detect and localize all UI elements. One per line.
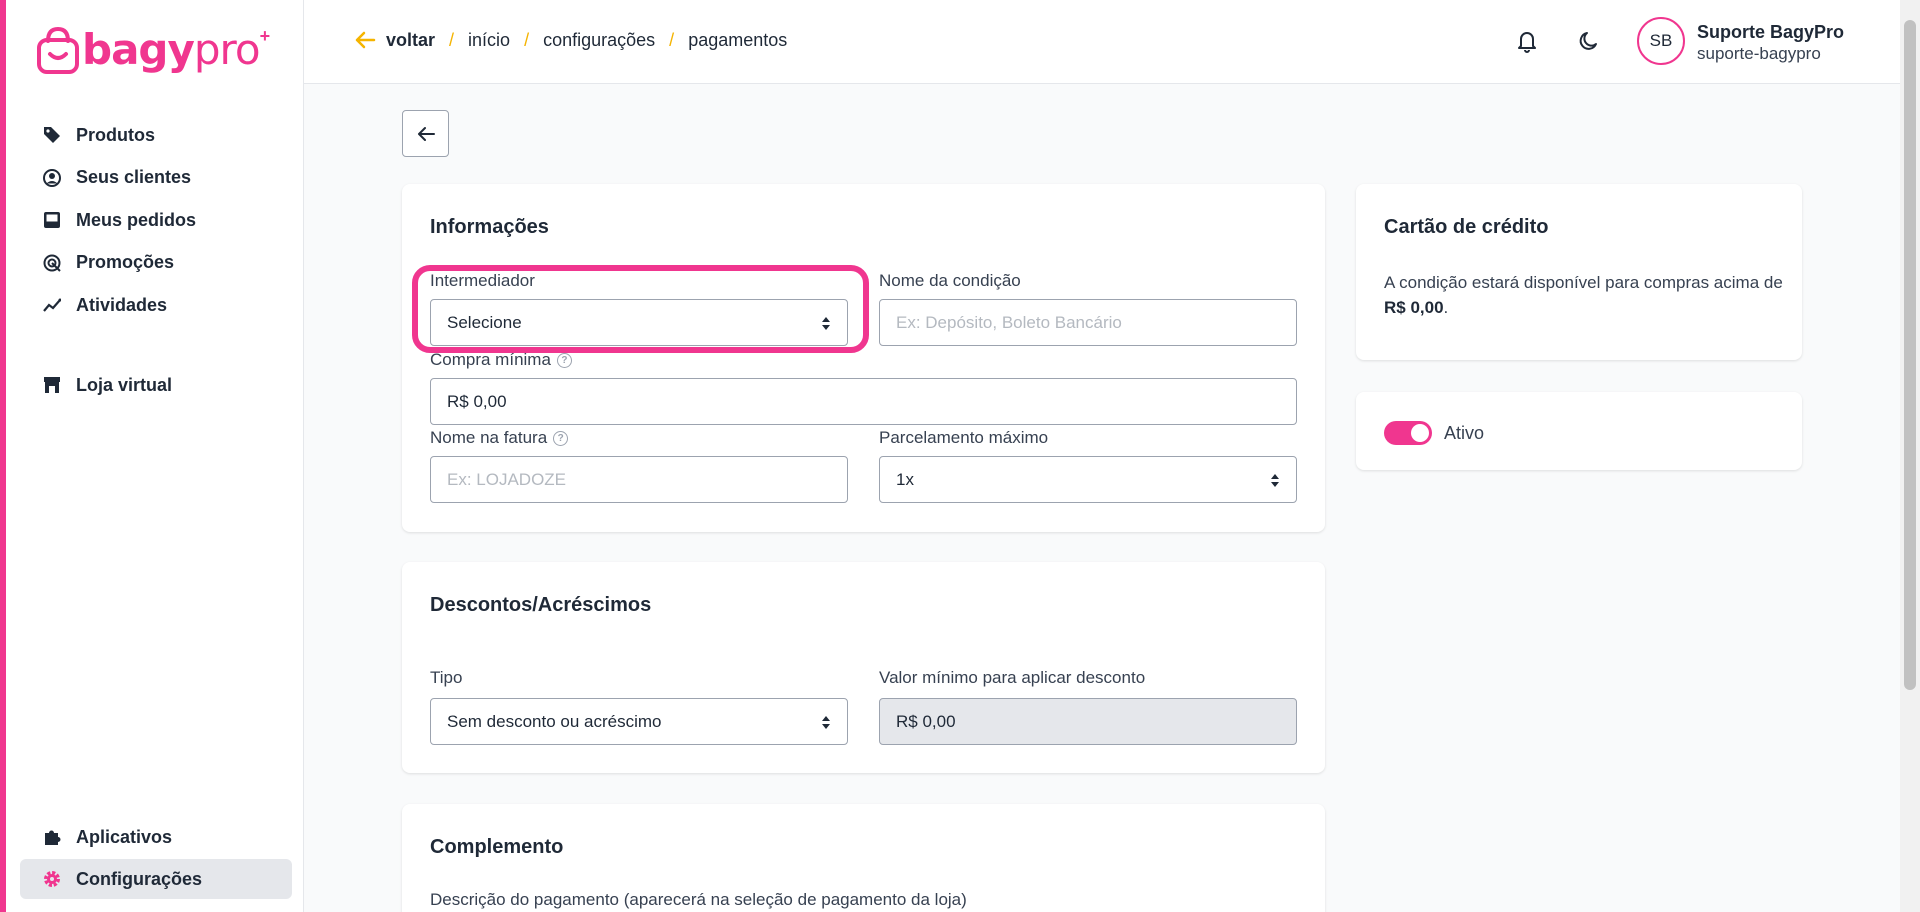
user-name: Suporte BagyPro <box>1697 22 1845 42</box>
nome-fatura-placeholder: Ex: LOJADOZE <box>447 469 567 489</box>
intermediador-value: Selecione <box>447 312 522 332</box>
active-toggle[interactable] <box>1384 421 1432 445</box>
compra-minima-label-text: Compra mínima <box>430 350 551 369</box>
sidebar-item-configuracoes[interactable]: Configurações <box>20 859 292 899</box>
discount-card: Descontos/Acréscimos Tipo Sem desconto o… <box>402 562 1325 773</box>
parcelamento-value: 1x <box>896 469 914 489</box>
back-arrow-icon[interactable] <box>354 29 376 51</box>
breadcrumb-separator: / <box>449 29 455 50</box>
tipo-value: Sem desconto ou acréscimo <box>447 711 662 731</box>
info-card-title: Informações <box>430 216 549 238</box>
sidebar-main-nav: Produtos Seus clientes Meus pedidos Prom… <box>20 115 292 328</box>
intermediador-select[interactable]: Selecione <box>430 299 848 346</box>
user-circle-icon <box>42 168 62 188</box>
moon-icon[interactable] <box>1576 28 1602 54</box>
breadcrumb-pagamentos: pagamentos <box>688 29 788 50</box>
page-scrollbar[interactable] <box>1900 0 1920 912</box>
compra-minima-value: R$ 0,00 <box>447 391 507 411</box>
top-header: voltar / início / configurações / pagame… <box>304 0 1900 84</box>
user-handle: suporte-bagypro <box>1697 44 1821 63</box>
active-label: Ativo <box>1444 423 1485 443</box>
sidebar-item-label: Meus pedidos <box>76 209 197 230</box>
breadcrumb-configuracoes[interactable]: configurações <box>543 30 655 51</box>
credit-card-info: Cartão de crédito A condição estará disp… <box>1356 184 1802 360</box>
sidebar-item-label: Configurações <box>76 868 203 889</box>
sidebar-item-label: Promoções <box>76 252 175 272</box>
toggle-knob <box>1411 424 1429 442</box>
breadcrumb-inicio[interactable]: início <box>468 30 510 51</box>
scrollbar-thumb[interactable] <box>1904 20 1916 690</box>
brand-plus: + <box>259 25 271 46</box>
promotion-icon <box>42 253 62 273</box>
select-arrows-icon <box>1271 474 1279 487</box>
sidebar-item-label: Atividades <box>76 294 168 315</box>
credit-card-description: A condição estará disponível para compra… <box>1384 273 1783 317</box>
tag-icon <box>42 125 62 145</box>
nome-condicao-input[interactable]: Ex: Depósito, Boleto Bancário <box>879 299 1297 346</box>
tipo-select[interactable]: Sem desconto ou acréscimo <box>430 698 848 745</box>
sidebar-bottom-nav: Aplicativos Configurações <box>20 817 292 901</box>
nome-fatura-label-text: Nome na fatura <box>430 428 548 447</box>
gear-icon <box>42 869 62 889</box>
avatar[interactable]: SB <box>1637 17 1685 65</box>
nome-fatura-input[interactable]: Ex: LOJADOZE <box>430 456 848 503</box>
sidebar-item-loja-virtual[interactable]: Loja virtual <box>20 365 292 405</box>
sidebar-item-aplicativos[interactable]: Aplicativos <box>20 817 292 857</box>
credit-card-title: Cartão de crédito <box>1384 216 1549 238</box>
sidebar-item-label: Aplicativos <box>76 826 173 847</box>
complement-card-title: Complemento <box>430 836 564 858</box>
store-icon <box>42 375 62 395</box>
sidebar-store-nav: Loja virtual <box>20 365 292 405</box>
status-card: Ativo <box>1356 392 1802 470</box>
descricao-label: Descrição do pagamento (aparecerá na sel… <box>430 890 967 909</box>
parcelamento-select[interactable]: 1x <box>879 456 1297 503</box>
sidebar-item-clientes[interactable]: Seus clientes <box>20 158 292 198</box>
back-button[interactable] <box>402 110 449 157</box>
valor-minimo-value: R$ 0,00 <box>896 711 956 731</box>
parcelamento-label: Parcelamento máximo <box>879 428 1049 447</box>
breadcrumb: voltar / início / configurações / pagame… <box>354 29 787 51</box>
select-arrows-icon <box>822 317 830 330</box>
sidebar-item-atividades[interactable]: Atividades <box>20 285 292 325</box>
puzzle-icon <box>42 827 62 847</box>
sidebar-item-produtos[interactable]: Produtos <box>20 115 292 155</box>
intermediador-label: Intermediador <box>430 271 535 290</box>
bell-icon[interactable] <box>1514 28 1540 54</box>
header-actions <box>1514 28 1602 54</box>
sidebar-item-pedidos[interactable]: Meus pedidos <box>20 200 292 240</box>
valor-minimo-input: R$ 0,00 <box>879 698 1297 745</box>
sidebar-item-promocoes[interactable]: Promoções <box>20 243 292 283</box>
info-card: Informações Intermediador Selecione Nome… <box>402 184 1325 532</box>
tipo-label: Tipo <box>430 668 463 687</box>
arrow-left-icon <box>417 126 435 141</box>
complement-card: Complemento Descrição do pagamento (apar… <box>402 804 1325 912</box>
help-icon[interactable]: ? <box>553 430 569 446</box>
breadcrumb-separator: / <box>669 29 675 50</box>
sidebar-item-label: Loja virtual <box>76 374 173 395</box>
activity-icon <box>42 295 62 315</box>
sidebar-item-label: Seus clientes <box>76 167 192 187</box>
compra-minima-label: Compra mínima ? <box>430 350 572 370</box>
inbox-icon <box>42 210 62 230</box>
breadcrumb-voltar[interactable]: voltar <box>386 30 435 51</box>
nome-condicao-placeholder: Ex: Depósito, Boleto Bancário <box>896 312 1122 332</box>
compra-minima-input[interactable]: R$ 0,00 <box>430 378 1297 425</box>
sidebar-item-label: Produtos <box>76 124 155 145</box>
breadcrumb-separator: / <box>524 29 530 50</box>
nome-fatura-label: Nome na fatura ? <box>430 428 569 448</box>
bag-logo-icon <box>37 26 79 74</box>
nome-condicao-label: Nome da condição <box>879 271 1021 290</box>
help-icon[interactable]: ? <box>556 352 572 368</box>
valor-minimo-label: Valor mínimo para aplicar desconto <box>879 668 1146 687</box>
brand-logo[interactable]: bagypro + <box>36 24 270 76</box>
select-arrows-icon <box>822 716 830 729</box>
discount-card-title: Descontos/Acréscimos <box>430 594 652 616</box>
credit-card-min-value: R$ 0,00 <box>1384 298 1444 317</box>
sidebar: bagypro + Produtos Seus clientes Meus pe… <box>6 0 304 912</box>
brand-wordmark: bagypro <box>82 25 261 74</box>
